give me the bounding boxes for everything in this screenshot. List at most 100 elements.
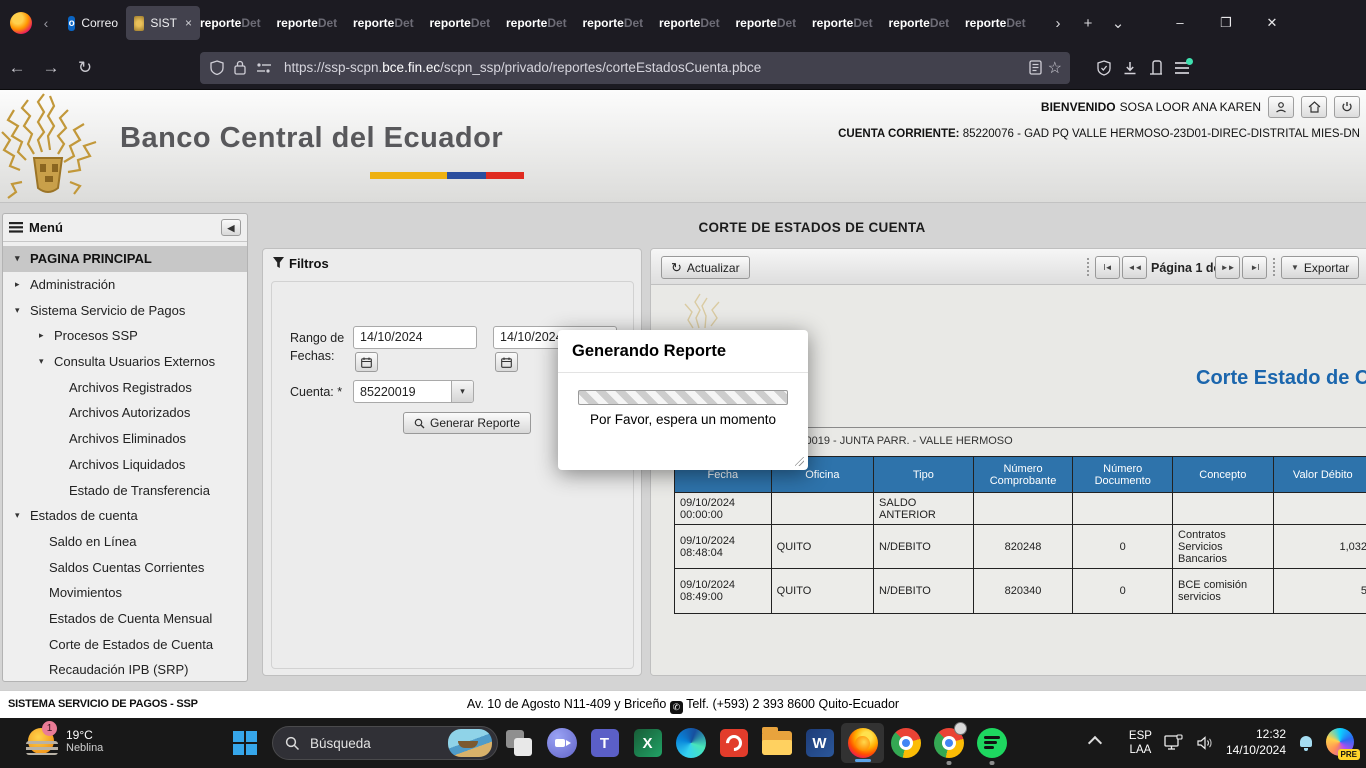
word-icon[interactable]: W — [798, 719, 841, 767]
last-page-button[interactable]: ►I — [1242, 256, 1267, 279]
forward-button[interactable]: → — [34, 58, 68, 78]
menu-item[interactable]: Movimientos — [3, 580, 247, 606]
start-button[interactable] — [233, 731, 257, 755]
clock[interactable]: 12:32 14/10/2024 — [1226, 727, 1286, 758]
profile-button[interactable] — [1268, 96, 1294, 118]
window-maximize-button[interactable]: ❐ — [1203, 0, 1249, 46]
teams-icon[interactable]: T — [583, 719, 626, 767]
menu-item[interactable]: ▾Estados de cuenta — [3, 503, 247, 529]
sidebar-send-icon[interactable] — [1148, 60, 1164, 76]
tab-reporte[interactable]: reporteDet — [889, 0, 966, 46]
task-view-button[interactable] — [497, 719, 540, 767]
export-button[interactable]: ▼ Exportar — [1281, 256, 1359, 279]
pdf-app-icon[interactable] — [712, 719, 755, 767]
list-tabs-icon[interactable]: ⌄ — [1105, 14, 1131, 32]
chevron-down-icon: ▾ — [15, 305, 30, 316]
download-icon[interactable] — [1122, 60, 1138, 76]
date-from-calendar-button[interactable] — [355, 352, 378, 372]
tab-reporte[interactable]: reporteDet — [736, 0, 813, 46]
tab-reporte[interactable]: reporteDet — [659, 0, 736, 46]
tab-reporte[interactable]: reporteDet — [583, 0, 660, 46]
firefox-taskbar-icon[interactable] — [841, 723, 884, 763]
window-minimize-button[interactable]: – — [1157, 0, 1203, 46]
tab-active-sistema[interactable]: SIST × — [126, 6, 200, 40]
menu-item[interactable]: Corte de Estados de Cuenta — [3, 631, 247, 657]
shield-check-icon[interactable] — [1096, 60, 1112, 76]
url-bar[interactable]: https://ssp-scpn.bce.fin.ec/scpn_ssp/pri… — [200, 52, 1070, 84]
shield-icon[interactable] — [210, 60, 224, 75]
table-cell: SALDO ANTERIOR — [874, 493, 974, 525]
welcome-user: SOSA LOOR ANA KAREN — [1120, 100, 1261, 114]
generate-report-button[interactable]: Generar Reporte — [403, 412, 531, 434]
tab-reporte[interactable]: reporteDet — [430, 0, 507, 46]
menu-item[interactable]: Archivos Registrados — [3, 374, 247, 400]
permissions-icon[interactable] — [256, 62, 272, 74]
page-title: CORTE DE ESTADOS DE CUENTA — [258, 220, 1366, 235]
menu-item[interactable]: ▸Administración — [3, 272, 247, 298]
weather-widget[interactable]: 1 19°C Neblina — [26, 725, 103, 757]
menu-item-label: Saldo en Línea — [49, 534, 136, 549]
home-button[interactable] — [1301, 96, 1327, 118]
tray-chevron-up-icon[interactable] — [1088, 734, 1102, 748]
tab-reporte[interactable]: reporteDet — [353, 0, 430, 46]
bookmark-star-icon[interactable]: ☆ — [1048, 58, 1062, 78]
menu-item[interactable]: ▾Sistema Servicio de Pagos — [3, 297, 247, 323]
chrome-icon[interactable] — [884, 719, 927, 767]
spotify-icon[interactable] — [970, 719, 1013, 767]
table-cell — [1073, 493, 1173, 525]
date-from-input[interactable]: 14/10/2024 — [353, 326, 477, 349]
window-close-button[interactable]: ✕ — [1249, 0, 1295, 46]
menu-item[interactable]: Estados de Cuenta Mensual — [3, 606, 247, 632]
chrome-profile-icon[interactable] — [927, 719, 970, 767]
menu-item[interactable]: Saldo en Línea — [3, 529, 247, 555]
tab-reporte[interactable]: reporteDet — [965, 0, 1042, 46]
reload-button[interactable]: ↻ — [68, 58, 102, 78]
lock-icon[interactable] — [234, 60, 246, 75]
resize-grip-icon[interactable] — [795, 457, 804, 466]
tab-reporte[interactable]: reporteDet — [200, 0, 277, 46]
taskbar-search[interactable]: Búsqueda — [272, 726, 498, 760]
menu-item[interactable]: Archivos Eliminados — [3, 426, 247, 452]
menu-item[interactable]: ▾Consulta Usuarios Externos — [3, 349, 247, 375]
language-indicator[interactable]: ESPLAA — [1129, 729, 1152, 758]
first-page-button[interactable]: I◄ — [1095, 256, 1120, 279]
tab-reporte[interactable]: reporteDet — [506, 0, 583, 46]
tab-correo[interactable]: o Correo — [60, 6, 126, 40]
new-tab-button[interactable]: + — [1075, 15, 1101, 32]
refresh-button[interactable]: ↻ Actualizar — [661, 256, 750, 279]
date-to-calendar-button[interactable] — [495, 352, 518, 372]
prev-page-button[interactable]: ◄◄ — [1122, 256, 1147, 279]
search-highlight-image[interactable] — [448, 729, 492, 757]
url-text[interactable]: https://ssp-scpn.bce.fin.ec/scpn_ssp/pri… — [284, 60, 1019, 75]
account-combobox[interactable]: 85220019 ▾ — [353, 380, 474, 403]
reader-mode-icon[interactable] — [1029, 60, 1042, 75]
network-icon[interactable] — [1164, 734, 1184, 752]
menu-item[interactable]: Estado de Transferencia — [3, 477, 247, 503]
menu-item[interactable]: Recaudación IPB (SRP) — [3, 657, 247, 683]
menu-item[interactable]: Archivos Autorizados — [3, 400, 247, 426]
logout-button[interactable] — [1334, 96, 1360, 118]
menu-collapse-button[interactable]: ◀ — [221, 219, 241, 236]
edge-icon[interactable] — [669, 719, 712, 767]
menu-item[interactable]: ▾PAGINA PRINCIPAL — [3, 246, 247, 272]
file-explorer-icon[interactable] — [755, 719, 798, 767]
tab-close-icon[interactable]: × — [185, 16, 192, 30]
table-cell: BCE comisión servicios — [1173, 569, 1274, 614]
volume-icon[interactable] — [1196, 735, 1214, 751]
tab-scroll-right-icon[interactable]: › — [1045, 15, 1071, 32]
menu-item[interactable]: Archivos Liquidados — [3, 452, 247, 478]
excel-icon[interactable]: X — [626, 719, 669, 767]
menu-item-label: Administración — [30, 277, 115, 292]
table-header-cell: Número Documento — [1073, 457, 1173, 493]
next-page-button[interactable]: ►► — [1215, 256, 1240, 279]
tab-reporte[interactable]: reporteDet — [277, 0, 354, 46]
tab-reporte[interactable]: reporteDet — [812, 0, 889, 46]
chevron-down-icon[interactable]: ▾ — [451, 381, 473, 402]
menu-item[interactable]: Saldos Cuentas Corrientes — [3, 554, 247, 580]
menu-item[interactable]: ▸Procesos SSP — [3, 323, 247, 349]
notification-bell-icon[interactable] — [1298, 735, 1314, 751]
chat-app-icon[interactable] — [540, 719, 583, 767]
tab-scroll-left-icon[interactable]: ‹ — [32, 15, 60, 31]
back-button[interactable]: ← — [0, 58, 34, 78]
copilot-icon[interactable]: PRE — [1326, 728, 1356, 758]
